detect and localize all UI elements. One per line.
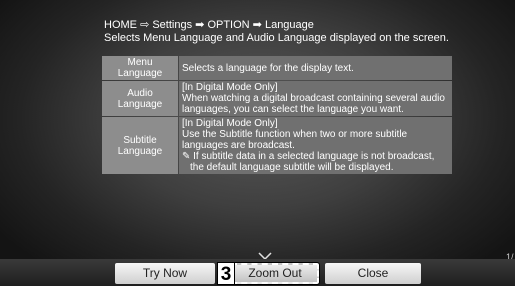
breadcrumb-arrow-icon: ➡ [252,19,262,31]
step-number-badge: 3 [217,262,235,285]
note-text: ✎ If subtitle data in a selected languag… [182,151,435,173]
row-label: Audio Language [102,81,178,116]
try-now-button[interactable]: Try Now [115,263,215,284]
row-description: [In Digital Mode Only] When watching a d… [179,81,452,116]
description-line: When watching a digital broadcast contai… [182,93,445,115]
zoom-out-button[interactable]: Zoom Out [230,262,320,285]
breadcrumb-language: Language [264,19,314,31]
row-label: Menu Language [102,56,178,80]
description-line: [In Digital Mode Only] [182,118,278,129]
table-row: Audio Language [In Digital Mode Only] Wh… [102,81,452,116]
description-line: [In Digital Mode Only] [182,82,278,93]
row-label-line: Subtitle [123,134,157,146]
header: HOME ⇨ Settings ➡ OPTION ➡ Language Sele… [104,19,464,44]
breadcrumb-settings: Settings [152,19,193,31]
breadcrumb-home: HOME [104,19,137,31]
table-row: Menu Language Selects a language for the… [102,56,452,80]
description-line: Use the Subtitle function when two or mo… [182,129,408,151]
row-label: Subtitle Language [102,117,178,174]
breadcrumb-arrow-icon: ➡ [195,19,205,31]
description-line: Selects a language for the display text. [182,62,354,74]
row-description: Selects a language for the display text. [179,56,452,80]
close-button[interactable]: Close [325,263,421,284]
row-label-line: Language [117,145,163,157]
help-screen: HOME ⇨ Settings ➡ OPTION ➡ Language Sele… [0,0,515,286]
row-description: [In Digital Mode Only] Use the Subtitle … [179,117,452,174]
breadcrumb-option: OPTION [207,19,250,31]
info-table: Menu Language Selects a language for the… [101,55,453,175]
table-row: Subtitle Language [In Digital Mode Only]… [102,117,452,174]
page-description: Selects Menu Language and Audio Language… [104,31,449,44]
breadcrumb-arrow-icon: ⇨ [140,19,150,31]
breadcrumb: HOME ⇨ Settings ➡ OPTION ➡ Language [104,19,464,32]
